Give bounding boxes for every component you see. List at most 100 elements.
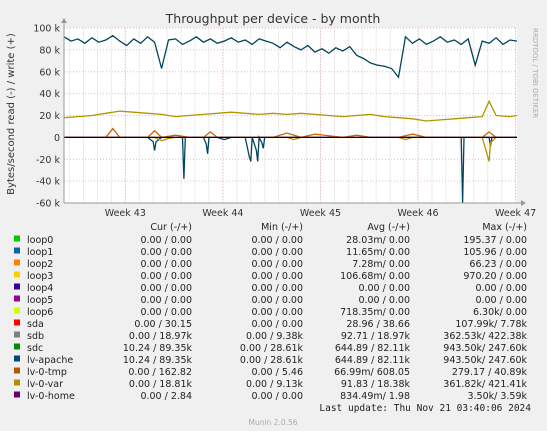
x-tick-label: Week 45 <box>300 208 341 219</box>
legend-swatch <box>14 283 20 290</box>
y-tick-label: 100 k <box>33 24 60 35</box>
legend-name: loop2 <box>27 259 53 270</box>
legend-max: 362.53k/ 422.38k <box>443 331 527 342</box>
y-tick-label: 80 k <box>39 45 60 56</box>
chart-title: Throughput per device - by month <box>165 11 381 26</box>
legend-swatch <box>14 271 20 278</box>
side-label: RRDTOOL / TOBI OETIKER <box>531 28 539 118</box>
legend-name: sda <box>27 319 44 330</box>
legend-max: 361.82k/ 421.41k <box>443 379 527 390</box>
last-update: Last update: Thu Nov 21 03:40:06 2024 <box>319 403 531 414</box>
legend-cur: 0.00 / 162.82 <box>128 367 192 378</box>
legend-avg: 834.49m/ 1.98 <box>340 391 410 402</box>
legend-avg: 106.68m/ 0.00 <box>340 271 410 282</box>
legend-min: 0.00 / 9.13k <box>246 379 304 390</box>
legend-max: 6.30k/ 0.00 <box>473 307 527 318</box>
legend-min: 0.00 / 28.61k <box>240 343 304 354</box>
legend-swatch <box>14 235 20 242</box>
legend-min: 0.00 / 9.38k <box>246 331 304 342</box>
legend-min: 0.00 / 0.00 <box>251 295 303 306</box>
legend-avg: 66.99m/ 608.05 <box>334 367 410 378</box>
legend-swatch <box>14 379 20 386</box>
legend-swatch <box>14 343 20 350</box>
footer-version: Munin 2.0.56 <box>248 418 297 427</box>
legend-cur: 10.24 / 89.35k <box>123 355 193 366</box>
legend-avg: 644.89 / 82.11k <box>335 343 411 354</box>
legend-max: 943.50k/ 247.60k <box>443 355 527 366</box>
y-tick-label: 40 k <box>39 89 60 100</box>
legend-avg: 11.65m/ 0.00 <box>346 247 410 258</box>
legend-min: 0.00 / 0.00 <box>251 259 303 270</box>
legend-name: sdb <box>27 331 44 342</box>
x-tick-label: Week 47 <box>495 208 536 219</box>
x-tick-label: Week 43 <box>105 208 146 219</box>
y-tick-label: -20 k <box>36 155 61 166</box>
legend-max: 0.00 / 0.00 <box>475 283 527 294</box>
legend-cur: 0.00 / 0.00 <box>140 295 192 306</box>
legend-max: 279.17 / 40.89k <box>452 367 528 378</box>
legend-cur: 0.00 / 18.97k <box>129 331 193 342</box>
legend-name: loop4 <box>27 283 53 294</box>
legend-swatch <box>14 319 20 326</box>
legend-min: 0.00 / 5.46 <box>251 367 303 378</box>
legend-name: loop0 <box>27 235 53 246</box>
x-tick-label: Week 44 <box>202 208 243 219</box>
legend-avg: 92.71 / 18.97k <box>341 331 411 342</box>
legend-name: loop6 <box>27 307 53 318</box>
legend-name: sdc <box>27 343 43 354</box>
legend-cur: 0.00 / 0.00 <box>140 247 192 258</box>
legend-avg: 644.89 / 82.11k <box>335 355 411 366</box>
legend-min: 0.00 / 0.00 <box>251 391 303 402</box>
plot-area <box>64 28 517 203</box>
legend-swatch <box>14 247 20 254</box>
legend-cur: 0.00 / 0.00 <box>140 271 192 282</box>
legend-min: 0.00 / 0.00 <box>251 247 303 258</box>
y-tick-label: -40 k <box>36 177 61 188</box>
legend-min: 0.00 / 0.00 <box>251 271 303 282</box>
legend-name: lv-apache <box>27 355 73 366</box>
legend-min: 0.00 / 0.00 <box>251 283 303 294</box>
legend-cur: 0.00 / 0.00 <box>140 235 192 246</box>
legend-cur: 0.00 / 0.00 <box>140 259 192 270</box>
throughput-chart: Throughput per device - by month RRDTOOL… <box>0 0 547 431</box>
legend-swatch <box>14 331 20 338</box>
legend-max: 107.99k/ 7.78k <box>455 319 527 330</box>
legend-cur: 0.00 / 2.84 <box>140 391 192 402</box>
legend-avg: 0.00 / 0.00 <box>358 283 410 294</box>
legend-swatch <box>14 355 20 362</box>
legend-min: 0.00 / 28.61k <box>240 355 304 366</box>
legend-header-max: Max (-/+) <box>482 222 527 233</box>
legend-name: loop5 <box>27 295 53 306</box>
legend-name: lv-0-home <box>27 391 75 402</box>
legend-cur: 0.00 / 0.00 <box>140 307 192 318</box>
y-tick-label: 20 k <box>39 111 60 122</box>
legend-swatch <box>14 259 20 266</box>
legend-min: 0.00 / 0.00 <box>251 235 303 246</box>
legend-header-avg: Avg (-/+) <box>367 222 410 233</box>
legend-avg: 28.03m/ 0.00 <box>346 235 410 246</box>
legend-swatch <box>14 295 20 302</box>
legend-avg: 91.83 / 18.38k <box>341 379 411 390</box>
legend-min: 0.00 / 0.00 <box>251 307 303 318</box>
legend-swatch <box>14 367 20 374</box>
legend-header-cur: Cur (-/+) <box>150 222 192 233</box>
y-tick-label: 60 k <box>39 67 60 78</box>
legend-cur: 0.00 / 18.81k <box>129 379 193 390</box>
legend-cur: 0.00 / 30.15 <box>134 319 192 330</box>
legend-max: 66.23 / 0.00 <box>469 259 527 270</box>
legend-avg: 718.35m/ 0.00 <box>340 307 410 318</box>
legend-max: 105.96 / 0.00 <box>463 247 527 258</box>
legend-max: 970.20 / 0.00 <box>463 271 527 282</box>
legend-cur: 0.00 / 0.00 <box>140 283 192 294</box>
legend-max: 195.37 / 0.00 <box>463 235 527 246</box>
legend-cur: 10.24 / 89.35k <box>123 343 193 354</box>
legend-name: lv-0-tmp <box>27 367 67 378</box>
legend-max: 0.00 / 0.00 <box>475 295 527 306</box>
legend-name: loop3 <box>27 271 53 282</box>
legend-swatch <box>14 391 20 398</box>
y-axis-label: Bytes/second read (-) / write (+) <box>6 33 17 195</box>
x-tick-label: Week 46 <box>397 208 438 219</box>
legend-avg: 28.96 / 38.66 <box>346 319 410 330</box>
legend-name: loop1 <box>27 247 53 258</box>
legend-avg: 0.00 / 0.00 <box>358 295 410 306</box>
